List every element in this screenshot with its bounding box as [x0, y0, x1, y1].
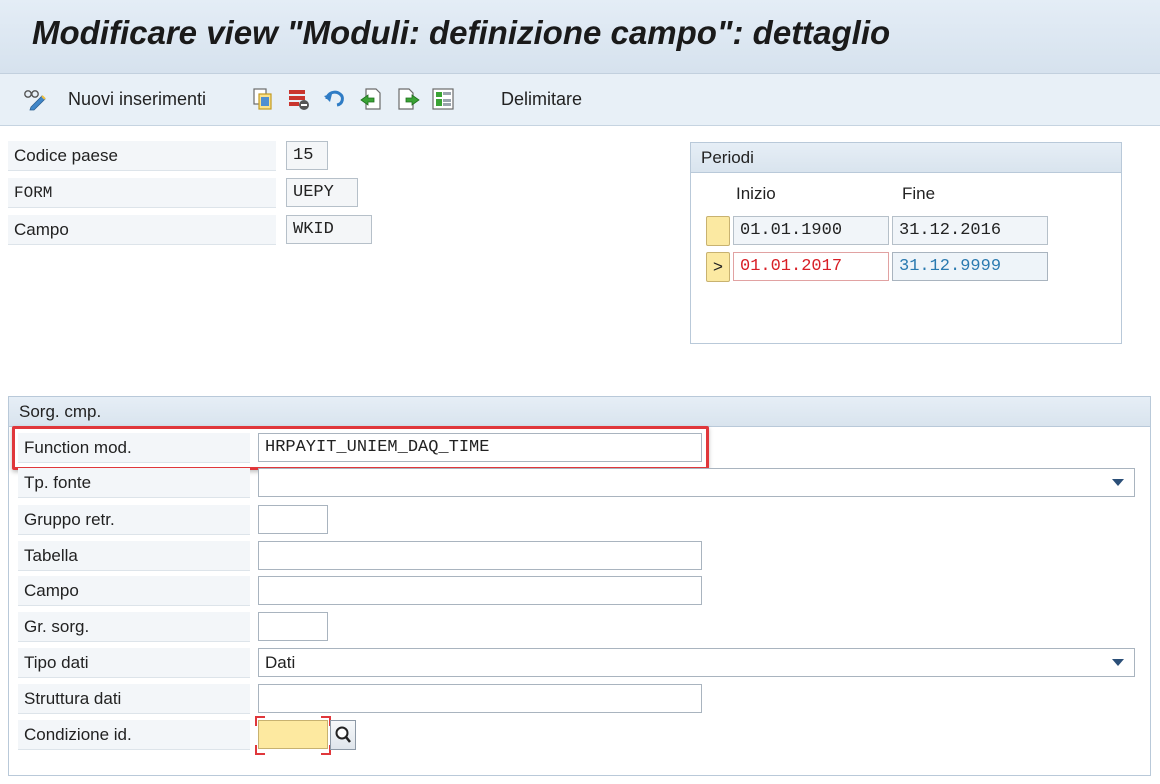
undo-button[interactable] [323, 84, 347, 114]
gr-sorg-label: Gr. sorg. [18, 612, 250, 642]
next-entry-button[interactable] [396, 84, 420, 114]
campo-label: Campo [18, 576, 250, 606]
tabella-label: Tabella [18, 541, 250, 571]
chevron-down-icon[interactable] [1112, 479, 1124, 486]
period-end-field[interactable]: 31.12.2016 [892, 216, 1048, 245]
period-start-field-current[interactable]: 01.01.2017 [733, 252, 889, 281]
select-block-icon [431, 87, 455, 111]
form-label: FORM [8, 178, 276, 208]
select-block-button[interactable] [431, 84, 455, 114]
gr-sorg-field[interactable] [258, 612, 328, 641]
delimit-label: Delimitare [501, 88, 583, 109]
new-entries-button[interactable]: Nuovi inserimenti [22, 84, 206, 114]
title-bar: Modificare view "Moduli: definizione cam… [0, 0, 1160, 74]
tipo-dati-dropdown[interactable]: Dati [258, 648, 1135, 677]
campo-header-label: Campo [8, 215, 276, 245]
condizione-id-label: Condizione id. [18, 720, 250, 750]
campo-field[interactable] [258, 576, 702, 605]
tp-fonte-label: Tp. fonte [18, 468, 250, 498]
delete-rows-icon [287, 87, 311, 111]
campo-header-field[interactable]: WKID [286, 215, 372, 244]
copy-button[interactable] [251, 84, 275, 114]
highlight-box [12, 426, 709, 470]
next-entry-icon [396, 87, 420, 111]
tipo-dati-value: Dati [265, 653, 296, 672]
tabella-field[interactable] [258, 541, 702, 570]
window-title: Modificare view "Moduli: definizione cam… [32, 14, 891, 51]
form-field[interactable]: UEPY [286, 178, 358, 207]
source-title: Sorg. cmp. [9, 397, 1150, 427]
condizione-id-field[interactable] [258, 720, 328, 749]
required-corner-tl [255, 716, 265, 726]
struttura-dati-label: Struttura dati [18, 684, 250, 714]
chevron-down-icon[interactable] [1112, 659, 1124, 666]
periods-title: Periodi [691, 143, 1121, 173]
required-corner-bl [255, 745, 265, 755]
codice-paese-label: Codice paese [8, 141, 276, 171]
delete-button[interactable] [287, 84, 311, 114]
search-icon [334, 725, 352, 743]
search-help-button[interactable] [330, 720, 356, 750]
period-end-field-current[interactable]: 31.12.9999 [892, 252, 1048, 281]
period-start-field[interactable]: 01.01.1900 [733, 216, 889, 245]
period-row-selector-current[interactable]: > [706, 252, 730, 282]
new-entries-label: Nuovi inserimenti [68, 88, 207, 109]
period-row-selector[interactable] [706, 216, 730, 246]
application-toolbar: Nuovi inserimenti Delimitare [0, 74, 1160, 126]
tp-fonte-dropdown[interactable] [258, 468, 1135, 497]
previous-entry-icon [360, 87, 384, 111]
gruppo-retr-field[interactable] [258, 505, 328, 534]
glasses-pencil-icon [22, 87, 46, 111]
previous-entry-button[interactable] [360, 84, 384, 114]
periods-start-header: Inizio [736, 184, 776, 203]
tipo-dati-label: Tipo dati [18, 648, 250, 678]
main-content: Codice paese 15 FORM UEPY Campo WKID Per… [0, 127, 1160, 784]
periods-end-header: Fine [902, 184, 936, 203]
struttura-dati-field[interactable] [258, 684, 702, 713]
delimit-button[interactable]: Delimitare [501, 84, 582, 114]
copy-icon [251, 87, 275, 111]
undo-icon [323, 87, 347, 111]
gruppo-retr-label: Gruppo retr. [18, 505, 250, 535]
codice-paese-field[interactable]: 15 [286, 141, 328, 170]
